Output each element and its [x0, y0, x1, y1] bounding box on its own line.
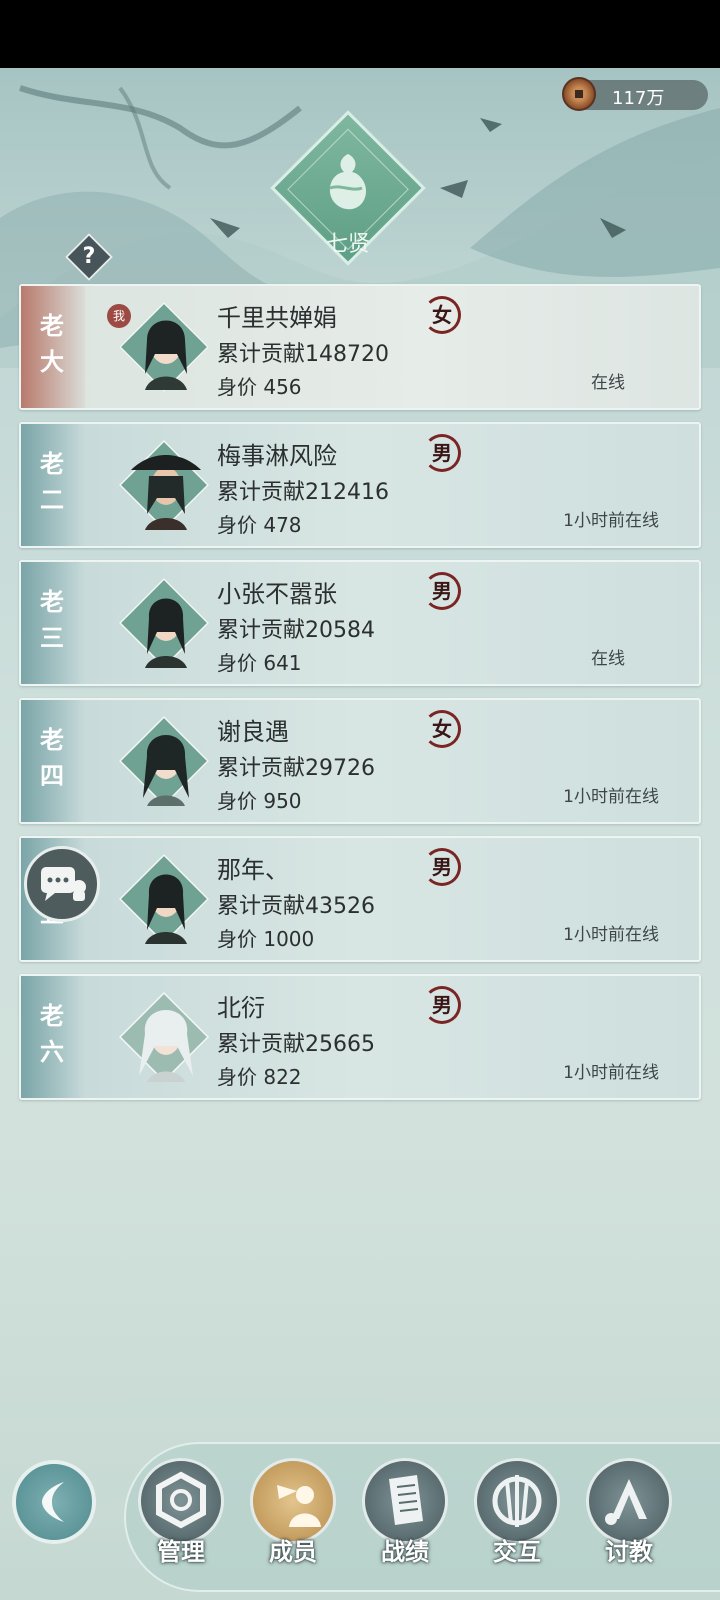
chat-button[interactable] — [24, 846, 100, 922]
nav-label: 管理 — [157, 1538, 205, 1566]
gourd-emblem-icon — [329, 154, 367, 210]
guild-title: 七贤 — [325, 232, 370, 257]
online-status: 1小时前在线 — [563, 1063, 659, 1083]
online-status: 在线 — [591, 373, 625, 393]
gender-male-icon: 男 — [423, 434, 461, 472]
member-worth: 身价 950 — [217, 789, 302, 813]
interact-swords-icon — [492, 1475, 542, 1527]
nav-manage[interactable]: 管理 — [136, 1458, 226, 1578]
help-icon: ? — [82, 244, 96, 269]
online-status: 1小时前在线 — [563, 925, 659, 945]
member-worth: 身价 1000 — [217, 927, 315, 951]
nav-duel[interactable]: 讨教 — [584, 1458, 674, 1578]
member-contribution: 累计贡献29726 — [217, 756, 375, 781]
nav-interact[interactable]: 交互 — [472, 1458, 562, 1578]
avatar-portrait-icon — [145, 874, 187, 944]
avatar-portrait-icon — [145, 598, 187, 668]
member-worth: 身价 822 — [217, 1065, 302, 1089]
member-card[interactable]: 老二 梅事淋风险 男 累计贡献212416 身价 478 1小时前在线 — [19, 422, 701, 548]
member-worth: 身价 478 — [217, 513, 302, 537]
member-name: 千里共婵娟 — [217, 304, 337, 332]
member-contribution: 累计贡献43526 — [217, 894, 375, 919]
gender-male-icon: 男 — [423, 572, 461, 610]
online-status: 在线 — [591, 649, 625, 669]
member-name: 北衍 — [217, 994, 265, 1022]
member-card[interactable]: 老四 谢良遇 女 累计贡献29726 身价 950 1小时前在线 — [19, 698, 701, 824]
chat-bubble-icon — [41, 867, 86, 901]
gender-male-icon: 男 — [423, 848, 461, 886]
member-contribution: 累计贡献25665 — [217, 1032, 375, 1057]
members-icon — [277, 1485, 321, 1527]
avatar-portrait-icon — [143, 735, 189, 806]
member-name: 那年、 — [217, 856, 289, 884]
member-card[interactable]: 老三 小张不嚣张 男 累计贡献20584 身价 641 在线 — [19, 560, 701, 686]
back-arrow-icon — [42, 1482, 64, 1522]
member-card[interactable]: 老五 那年、 男 累计贡献43526 身价 1000 1小时前在线 — [19, 836, 701, 962]
gender-male-icon: 男 — [423, 986, 461, 1024]
member-contribution: 累计贡献212416 — [217, 480, 389, 505]
member-card[interactable]: 老大 我 千里共婵娟 女 累计贡献148720 身价 456 在线 — [19, 284, 701, 410]
member-name: 梅事淋风险 — [217, 442, 337, 470]
member-worth: 身价 641 — [217, 651, 302, 675]
rank-label: 老二 — [21, 424, 85, 546]
rank-label: 老三 — [21, 562, 85, 684]
member-card[interactable]: 老六 北衍 男 累计贡献25665 身价 822 1小时前在线 — [19, 974, 701, 1100]
record-scroll-icon — [389, 1475, 423, 1525]
rank-label: 老大 — [21, 286, 85, 408]
member-worth: 身价 456 — [217, 375, 302, 399]
manage-icon — [156, 1471, 206, 1529]
gender-female-icon: 女 — [423, 710, 461, 748]
back-button[interactable] — [12, 1460, 96, 1544]
nav-label: 讨教 — [605, 1538, 653, 1566]
currency-display[interactable]: 117万 — [562, 77, 708, 111]
online-status: 1小时前在线 — [563, 787, 659, 807]
nav-label: 成员 — [269, 1538, 317, 1566]
nav-record[interactable]: 战绩 — [360, 1458, 450, 1578]
nav-members[interactable]: 成员 — [248, 1458, 338, 1578]
nav-label: 战绩 — [381, 1538, 429, 1566]
rank-label: 老四 — [21, 700, 85, 822]
nav-label: 交互 — [493, 1538, 541, 1566]
gender-female-icon: 女 — [423, 296, 461, 334]
avatar-portrait-icon — [131, 455, 201, 530]
rank-label: 老六 — [21, 976, 85, 1098]
currency-amount: 117万 — [612, 88, 665, 109]
status-bar — [0, 0, 720, 68]
member-contribution: 累计贡献148720 — [217, 342, 389, 367]
member-contribution: 累计贡献20584 — [217, 618, 375, 643]
me-badge: 我 — [107, 304, 131, 328]
avatar-portrait-icon — [139, 1010, 193, 1082]
members-screen: 117万 七贤 ? 老大 我 千里共婵娟 女 累计贡献148720 身价 456… — [0, 68, 720, 1600]
member-name: 谢良遇 — [217, 718, 289, 746]
duel-icon — [605, 1479, 647, 1525]
online-status: 1小时前在线 — [563, 511, 659, 531]
copper-coin-icon — [562, 77, 596, 111]
member-name: 小张不嚣张 — [217, 580, 337, 608]
